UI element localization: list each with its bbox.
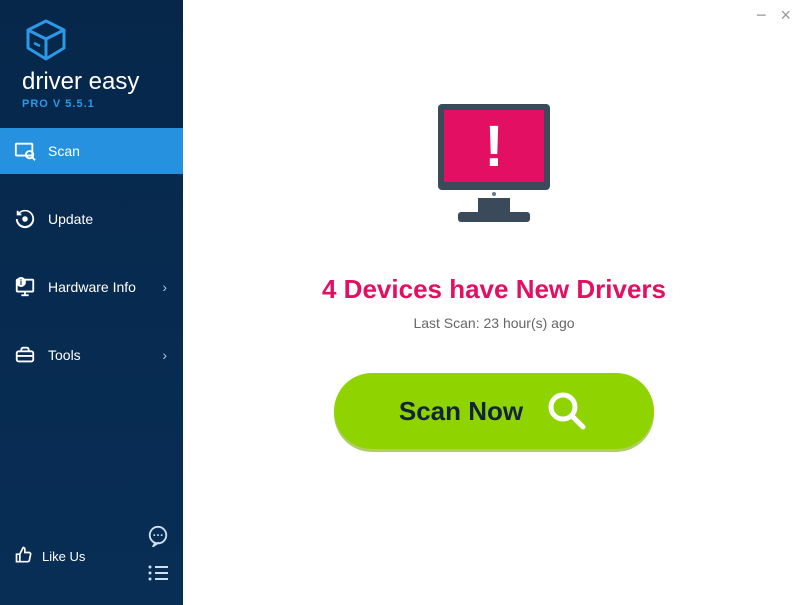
scan-now-button[interactable]: Scan Now [334,373,654,449]
feedback-icon[interactable] [147,525,169,552]
sidebar-item-scan[interactable]: Scan [0,128,183,174]
sidebar-item-hardware-info[interactable]: i Hardware Info › [0,264,183,310]
sidebar-action-icons [147,525,169,587]
hardware-icon: i [14,276,36,298]
close-button[interactable]: × [780,6,791,24]
sidebar-bottom: Like Us [0,511,183,605]
sidebar-item-label: Scan [48,143,80,159]
chevron-right-icon: › [162,347,167,363]
tools-icon [14,344,36,366]
alert-monitor-graphic: ! [414,88,574,248]
sidebar-item-label: Hardware Info [48,279,136,295]
titlebar: − × [742,0,805,30]
app-version: PRO V 5.5.1 [22,98,167,110]
sidebar-item-update[interactable]: Update [0,196,183,242]
sidebar-item-label: Tools [48,347,81,363]
update-icon [14,208,36,230]
svg-text:i: i [20,278,22,287]
sidebar-item-label: Update [48,211,93,227]
app-logo-icon [22,18,167,62]
like-us-label: Like Us [42,549,85,564]
scan-icon [14,140,36,162]
app-window: − × driver easy PRO V 5.5.1 [0,0,805,605]
chevron-right-icon: › [162,279,167,295]
logo-block: driver easy PRO V 5.5.1 [0,0,183,120]
app-name: driver easy [22,68,167,96]
menu-list-icon[interactable] [147,564,169,587]
magnify-icon [545,389,589,433]
sidebar-nav: Scan Update i [0,128,183,400]
svg-text:!: ! [484,114,503,179]
like-us-button[interactable]: Like Us [14,545,85,568]
main-content: ! 4 Devices have New Drivers Last Scan: … [183,0,805,605]
sidebar-item-tools[interactable]: Tools › [0,332,183,378]
thumbs-up-icon [14,545,34,568]
scan-now-label: Scan Now [399,396,523,427]
last-scan-label: Last Scan: 23 hour(s) ago [413,315,574,331]
sidebar: driver easy PRO V 5.5.1 Scan [0,0,183,605]
minimize-button[interactable]: − [756,6,767,24]
scan-result-headline: 4 Devices have New Drivers [322,274,666,305]
